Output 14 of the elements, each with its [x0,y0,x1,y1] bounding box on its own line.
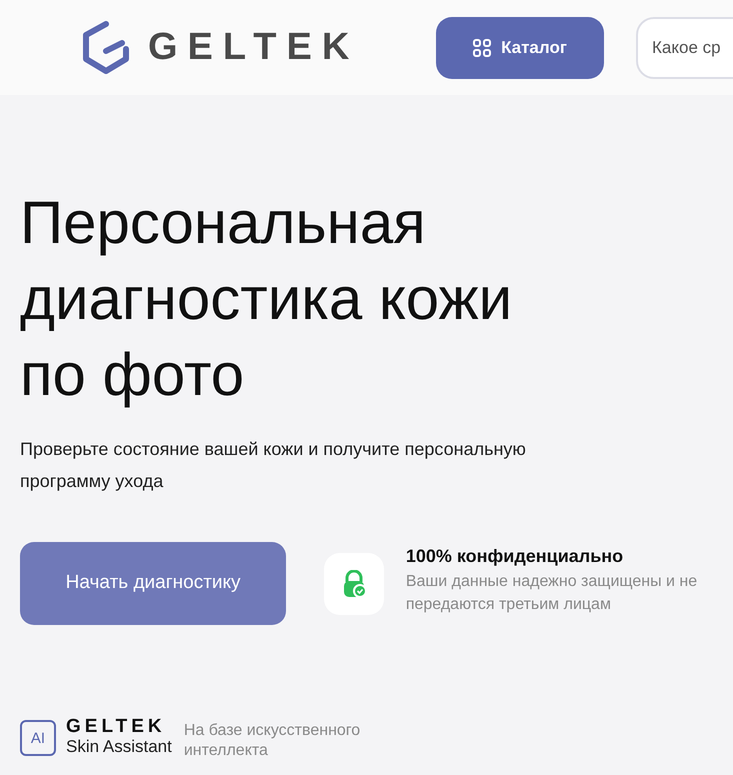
privacy-title: 100% конфиденциально [406,545,624,568]
lock-check-icon [341,570,368,598]
grid-icon [473,38,492,56]
logo-text: GELTEK [148,25,360,70]
hero-title: Персональная диагностика кожи по фото [20,188,514,410]
start-diagnostics-button[interactable]: Начать диагностику [20,542,286,625]
catalog-button[interactable]: Каталог [436,16,604,78]
search-field[interactable]: Какое ср [636,16,733,78]
privacy-text: Ваши данные надежно защищены и не передаются третьим лицам [406,572,698,615]
brand-name: GELTEK [66,717,167,737]
ai-note: На базе искусственного интеллекта [184,721,362,761]
hero-subtitle: Проверьте состояние вашей кожи и получите персональную программу ухода [20,438,527,493]
product-name: Skin Assistant [66,737,172,757]
ai-icon: AI [20,720,56,756]
